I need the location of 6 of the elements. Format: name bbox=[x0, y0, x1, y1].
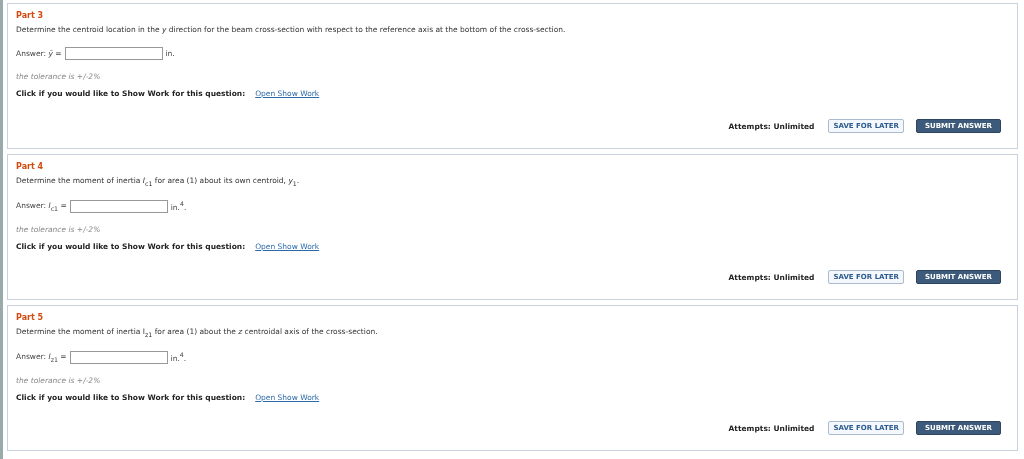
part-title: Part 4 bbox=[16, 162, 45, 171]
part-title: Part 5 bbox=[16, 313, 45, 322]
answer-field[interactable] bbox=[69, 199, 168, 213]
part-title: Part 3 bbox=[16, 11, 45, 20]
answer-field[interactable] bbox=[69, 350, 168, 364]
answer-field[interactable] bbox=[64, 47, 163, 60]
